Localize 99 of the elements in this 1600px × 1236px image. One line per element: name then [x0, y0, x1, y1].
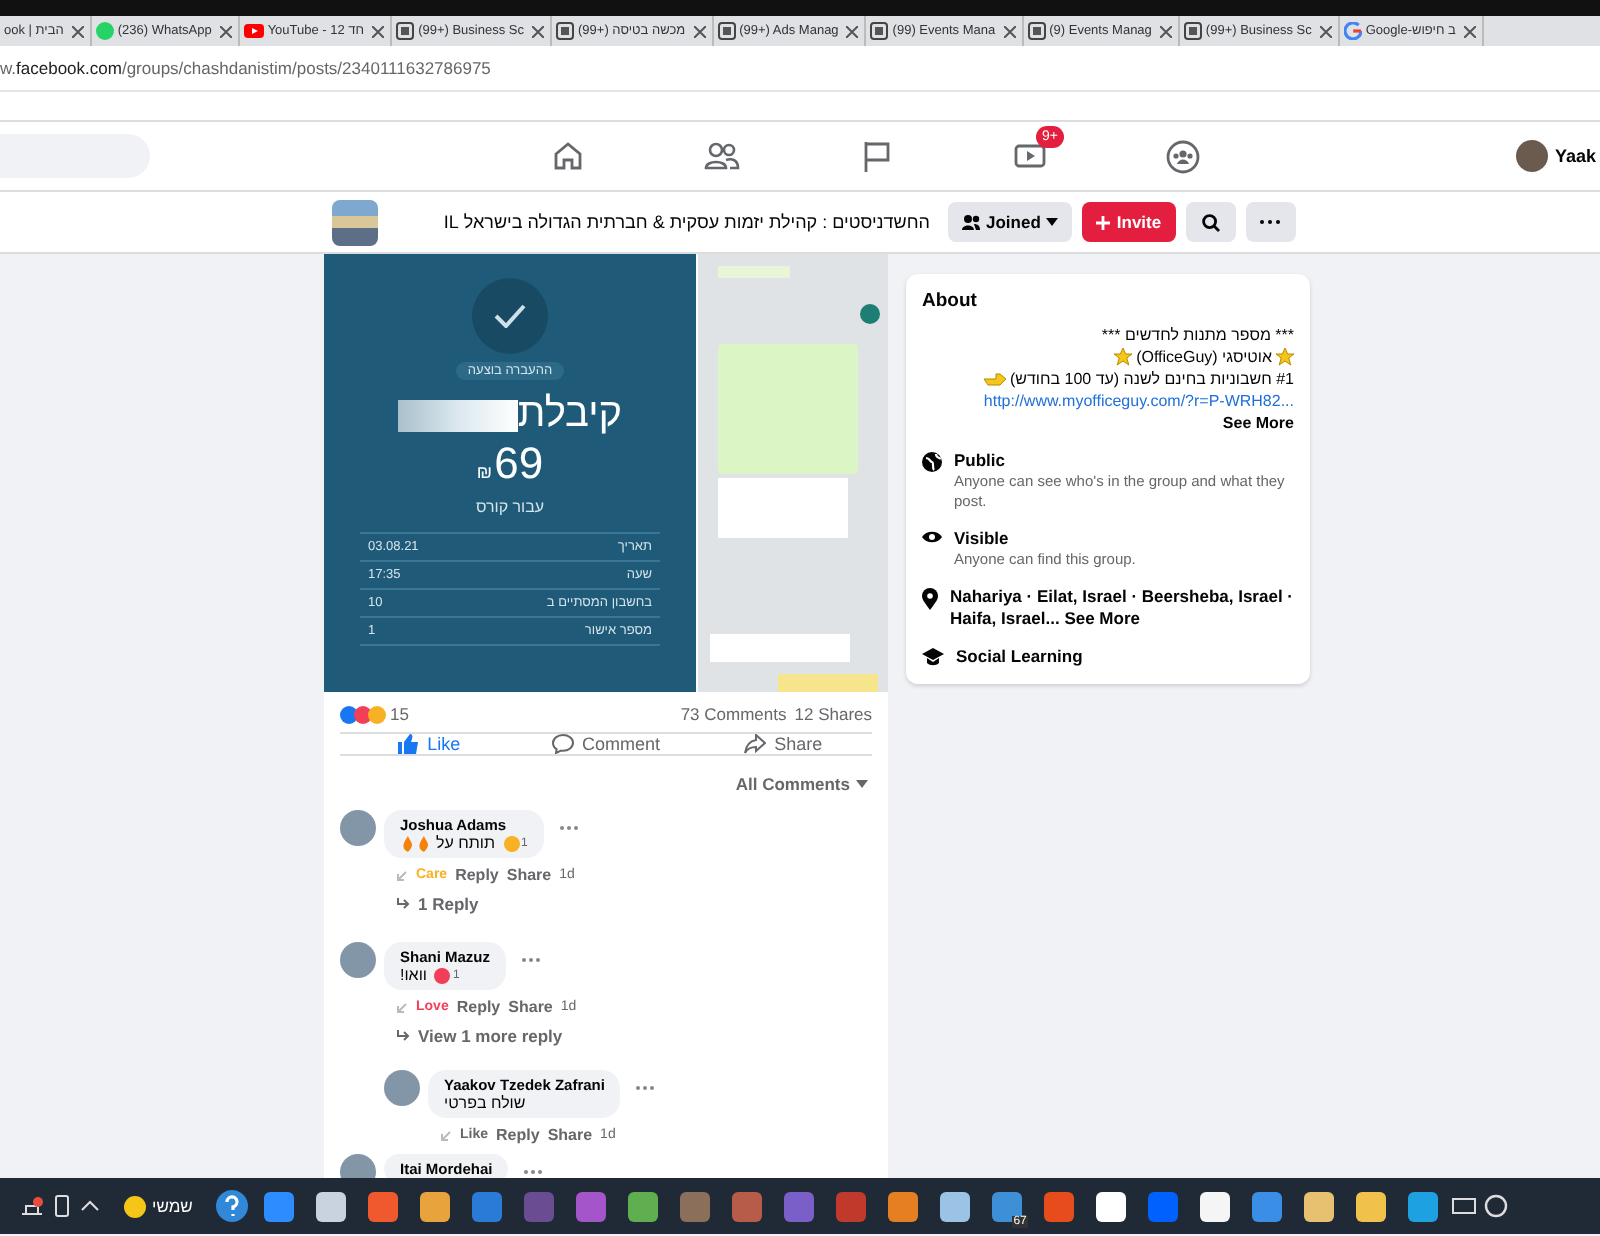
graduation-cap-icon — [922, 648, 944, 666]
thumbs-up-icon — [397, 734, 420, 754]
receipt-purpose: עבור קורס — [475, 498, 545, 516]
blurred-name — [397, 399, 518, 431]
reaction-count[interactable]: 15 — [390, 704, 409, 724]
comment-action-link[interactable]: Share — [508, 996, 553, 1018]
comment-action-link[interactable]: Reply — [456, 996, 501, 1018]
website-link[interactable]: http://www.myofficeguy.com/?r=P-WRH82... — [983, 392, 1294, 410]
currency-sign: ₪ — [476, 462, 493, 482]
whatsapp-icon — [95, 22, 114, 40]
comment-text: וואו! — [400, 966, 427, 984]
see-more-link[interactable]: See More — [1222, 414, 1294, 432]
tray-icon[interactable] — [52, 1194, 72, 1218]
sort-dropdown[interactable]: All Comments — [735, 774, 868, 794]
comment-text: תותח על — [400, 834, 496, 852]
page-icon — [1183, 22, 1202, 40]
comment-icon — [552, 734, 574, 754]
close-icon[interactable] — [693, 25, 706, 37]
comment-action-link[interactable]: Share — [547, 1124, 593, 1146]
comment-count[interactable]: 73 Comments — [680, 704, 787, 724]
share-icon — [744, 734, 767, 754]
page-icon — [870, 22, 889, 40]
comment-text: שולח בפרטי — [444, 1094, 526, 1112]
close-icon[interactable] — [219, 25, 232, 37]
close-icon[interactable] — [846, 25, 859, 37]
info-title: Visible — [954, 528, 1011, 550]
flag-icon[interactable] — [859, 139, 891, 171]
check-icon — [494, 304, 526, 328]
plus-icon — [1096, 215, 1111, 229]
description-line: אוטיסגי (OfficeGuy) — [1136, 346, 1272, 368]
google-icon — [1343, 22, 1362, 40]
info-title: Nahariya · Eilat, Israel · Beersheba, Israel · Haifa, Israel... See More — [950, 586, 1294, 630]
page-icon — [396, 22, 415, 40]
comment-button[interactable]: Comment — [517, 734, 695, 754]
weather-text: שמשי — [152, 1196, 193, 1216]
see-more-link[interactable]: See More — [1064, 608, 1140, 628]
view-replies-link[interactable]: View 1 more reply — [396, 1026, 577, 1046]
caret-icon — [856, 780, 868, 788]
profile-name[interactable]: Yaak — [1554, 146, 1596, 166]
close-icon[interactable] — [1319, 25, 1332, 37]
eye-icon — [922, 530, 942, 544]
info-title: Public — [954, 450, 1008, 472]
commenter-avatar[interactable] — [340, 942, 376, 978]
close-icon[interactable] — [1159, 25, 1172, 37]
like-button[interactable]: Like — [340, 734, 518, 754]
close-icon[interactable] — [532, 25, 544, 37]
sun-icon — [124, 1195, 146, 1217]
search-button[interactable] — [1185, 202, 1236, 242]
close-icon[interactable] — [1463, 25, 1476, 37]
receipt-heading: קיבלת — [517, 392, 623, 438]
star-icon — [1114, 348, 1133, 366]
home-icon[interactable] — [551, 139, 583, 171]
caret-icon — [1046, 218, 1059, 226]
reply-arrow-icon — [396, 898, 410, 910]
commenter-avatar[interactable] — [340, 810, 376, 846]
invite-button[interactable]: Invite — [1082, 202, 1176, 242]
comment-action-link[interactable]: Reply — [455, 864, 499, 886]
weather-widget[interactable]: שמשי — [124, 1195, 193, 1217]
page-icon — [717, 22, 736, 40]
address-bar[interactable]: w.facebook.com/groups/chashdanistim/posts/2340111632786975 — [0, 46, 1600, 92]
search-circle-icon[interactable] — [1484, 1194, 1509, 1218]
groups-icon[interactable] — [1166, 139, 1200, 173]
more-button[interactable] — [1245, 202, 1296, 242]
receipt-amount: 69 — [494, 438, 544, 490]
task-view-icon[interactable] — [1452, 1196, 1477, 1216]
location-pin-icon — [922, 588, 938, 610]
close-icon[interactable] — [1003, 25, 1016, 37]
star-icon — [1276, 348, 1294, 366]
close-icon[interactable] — [372, 25, 385, 37]
info-title: Social Learning — [956, 646, 1083, 668]
wow-reaction-icon — [368, 705, 386, 723]
about-heading: About — [922, 290, 979, 312]
play-icon — [243, 24, 264, 38]
people-icon — [962, 214, 980, 230]
fire-icon — [400, 835, 432, 851]
reply-arrow-icon — [396, 1030, 410, 1042]
share-button[interactable]: Share — [694, 734, 873, 754]
comment-action-link[interactable]: Reply — [496, 1124, 540, 1146]
pointing-hand-icon — [983, 372, 1006, 386]
friends-icon[interactable] — [703, 139, 739, 171]
search-icon — [1201, 213, 1220, 231]
page-icon — [1027, 22, 1046, 40]
avatar[interactable] — [1516, 140, 1549, 172]
network-icon[interactable] — [20, 1196, 44, 1216]
video-icon[interactable] — [1013, 139, 1045, 171]
share-count[interactable]: 12 Shares — [794, 704, 872, 724]
globe-icon — [922, 452, 942, 472]
page-icon — [556, 22, 574, 40]
help-icon[interactable] — [216, 1190, 249, 1222]
view-replies-link[interactable]: 1 Reply — [396, 894, 578, 914]
close-icon[interactable] — [71, 25, 84, 37]
comment-action-link[interactable]: Share — [506, 864, 552, 886]
description-line: *** מספר מתנות לחדשים *** — [1101, 324, 1294, 346]
group-avatar[interactable] — [332, 199, 378, 245]
group-title[interactable]: החשדניסטים : קהילת יזמות עסקית & חברתית הגדולה בישראל IL — [386, 212, 930, 232]
joined-button[interactable]: Joined — [948, 202, 1073, 242]
description-line: #1 חשבוניות בחינם לשנה (עד 100 בחודש) — [1009, 368, 1294, 390]
commenter-avatar[interactable] — [384, 1070, 420, 1106]
chevron-up-icon[interactable] — [80, 1200, 100, 1212]
